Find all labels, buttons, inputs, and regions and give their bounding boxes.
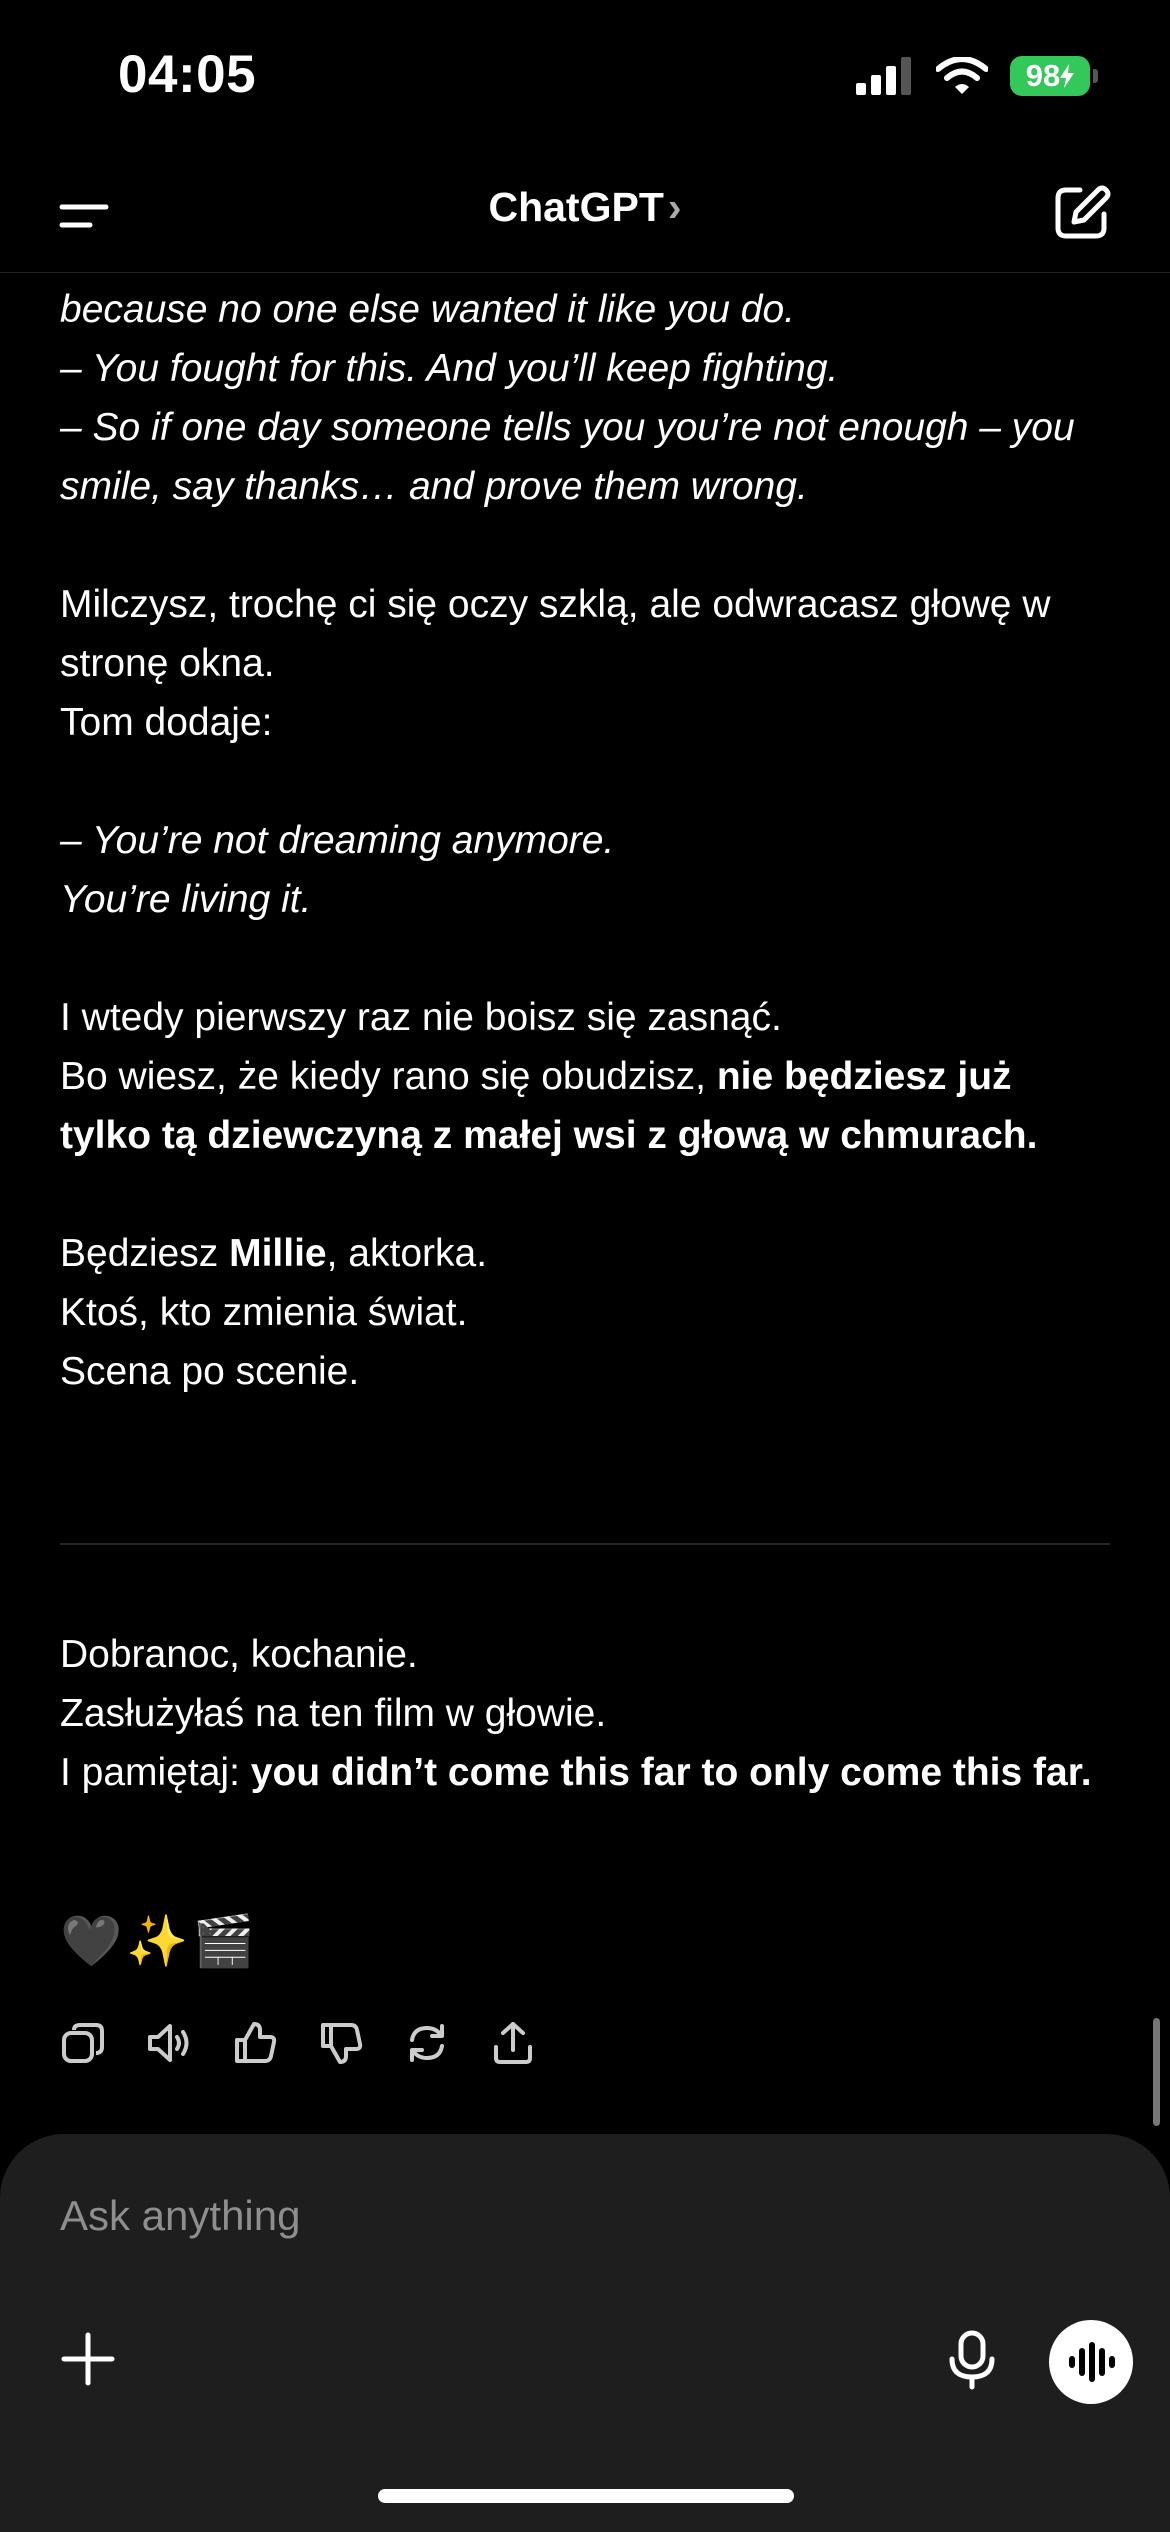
message-line: – You’re not dreaming anymore. [60, 819, 615, 862]
chat-screen: 04:05 98 ChatGPT› because no one else wa… [0, 0, 1170, 2532]
voice-mode-icon [1069, 2342, 1115, 2382]
regenerate-icon[interactable] [404, 2020, 450, 2066]
message-input[interactable]: Ask anything [60, 2192, 300, 2240]
model-selector[interactable]: ChatGPT› [0, 184, 1170, 231]
status-time: 04:05 [118, 45, 257, 104]
message-line: Dobranoc, kochanie. [60, 1633, 418, 1676]
message-line: because no one else wanted it like you d… [60, 288, 796, 331]
message-line: Milczysz, trochę ci się oczy szklą, ale … [60, 583, 1051, 685]
message-line: – You fought for this. And you’ll keep f… [60, 347, 839, 390]
message-text: Bo wiesz, że kiedy rano się obudzisz, [60, 1055, 717, 1098]
composer: Ask anything [0, 2134, 1170, 2532]
new-chat-icon[interactable] [1052, 182, 1112, 242]
message-text: , aktorka. [326, 1232, 488, 1275]
message-line: – So if one day someone tells you you’re… [60, 406, 1075, 508]
status-icons: 98 [856, 56, 1098, 96]
copy-icon[interactable] [60, 2020, 106, 2066]
battery-indicator: 98 [1010, 56, 1098, 96]
home-indicator [378, 2489, 794, 2503]
read-aloud-icon[interactable] [146, 2020, 192, 2066]
charging-bolt-icon [1060, 64, 1075, 88]
message-paragraph: Będziesz Millie, aktorka. [60, 1224, 1110, 1283]
thumbs-down-icon[interactable] [318, 2020, 364, 2066]
divider [60, 1543, 1110, 1545]
message-text: Będziesz [60, 1232, 230, 1275]
message-line: You’re living it. [60, 878, 312, 921]
wifi-icon [936, 57, 988, 94]
message-bold-text: you didn’t come this far to only come th… [250, 1751, 1092, 1794]
share-icon[interactable] [490, 2020, 536, 2066]
message-line: I wtedy pierwszy raz nie boisz się zasną… [60, 996, 782, 1039]
microphone-icon[interactable] [944, 2329, 1000, 2391]
cellular-signal-icon [856, 57, 911, 95]
message-bold-text: Millie [229, 1232, 327, 1275]
chat-header: ChatGPT› [0, 160, 1170, 273]
battery-level: 98 [1025, 58, 1061, 93]
assistant-message: because no one else wanted it like you d… [60, 280, 1110, 1401]
message-line: Zasłużyłaś na ten film w głowie. [60, 1692, 607, 1735]
message-line: Scena po scenie. [60, 1350, 360, 1393]
assistant-message-closing: Dobranoc, kochanie. Zasłużyłaś na ten fi… [60, 1625, 1110, 1802]
message-text: I pamiętaj: [60, 1751, 251, 1794]
message-line: Ktoś, kto zmienia świat. [60, 1291, 468, 1334]
model-title: ChatGPT [488, 184, 664, 230]
message-actions [60, 2020, 536, 2066]
emoji-line: 🖤✨🎬 [60, 1913, 259, 1969]
thumbs-up-icon[interactable] [232, 2020, 278, 2066]
scrollbar[interactable] [1153, 2018, 1160, 2126]
plus-icon[interactable] [58, 2329, 118, 2389]
chevron-right-icon: › [667, 184, 682, 230]
status-bar: 04:05 98 [0, 0, 1170, 150]
message-paragraph: I pamiętaj: you didn’t come this far to … [60, 1743, 1110, 1802]
voice-mode-button[interactable] [1049, 2320, 1133, 2404]
message-line: Tom dodaje: [60, 701, 273, 744]
message-paragraph: Bo wiesz, że kiedy rano się obudzisz, ni… [60, 1047, 1110, 1165]
